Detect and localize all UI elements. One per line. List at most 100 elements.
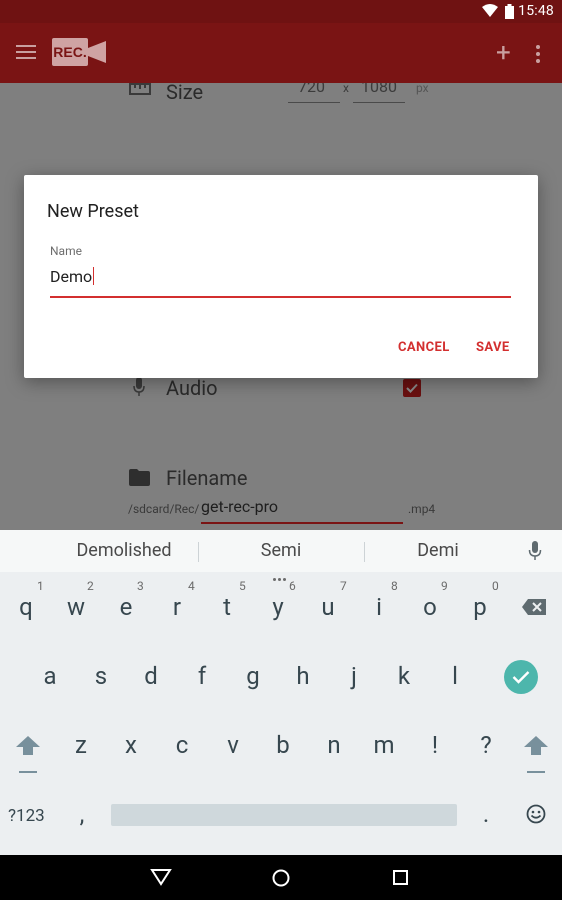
folder-icon [129,469,150,486]
filename-label: Filename [166,466,248,490]
check-icon [512,671,530,684]
app-logo: REC. [52,38,106,66]
key-l[interactable]: l [443,662,467,690]
shift-indicator [527,771,545,773]
key-hint: 7 [340,579,347,593]
more-vert-icon[interactable] [536,45,540,66]
size-width-value[interactable]: 720 [298,83,325,96]
more-suggestions-icon[interactable] [273,566,288,585]
name-input[interactable]: Demo [50,267,95,286]
wifi-icon [482,4,498,17]
key-o[interactable]: o [418,593,442,621]
shift-left-icon[interactable] [16,736,40,756]
filename-extension: .mp4 [408,502,436,516]
voice-input-icon[interactable] [528,541,542,561]
suggestion-divider [198,542,199,562]
key-hint: 1 [37,579,44,593]
status-bar: 15:48 [0,0,562,23]
navigation-bar [0,855,562,900]
ruler-icon [129,83,151,95]
app-bar: REC. + [0,23,562,83]
audio-checkbox[interactable] [403,379,421,397]
key-y[interactable]: y [266,593,290,621]
key-j[interactable]: j [342,662,366,690]
symbols-key[interactable]: ?123 [8,806,45,826]
shift-indicator [19,771,37,773]
suggestion-2[interactable]: Semi [220,540,342,561]
size-height-value[interactable]: 1080 [361,83,397,96]
key-f[interactable]: f [190,662,214,690]
cancel-button[interactable]: CANCEL [398,340,450,355]
key-u[interactable]: u [316,593,340,621]
new-preset-dialog: New Preset Name Demo CANCEL SAVE [24,175,538,378]
emoji-icon[interactable] [526,804,546,824]
soft-keyboard: Demolished Semi Demi 1 q 2 w 3 e 4 r 5 t… [0,530,562,855]
key-e[interactable]: e [114,593,138,621]
suggestion-strip: Demolished Semi Demi [0,530,562,581]
filename-path-prefix: /sdcard/Rec/ [128,502,200,516]
audio-label: Audio [166,376,218,400]
key-s[interactable]: s [89,662,113,690]
key-question[interactable]: ? [474,731,498,759]
mic-icon [133,377,145,396]
key-i[interactable]: i [367,593,391,621]
logo-text: REC. [52,38,88,66]
key-hint: 8 [391,579,398,593]
key-k[interactable]: k [392,662,416,690]
key-m[interactable]: m [370,731,398,759]
key-comma[interactable]: , [70,800,94,828]
home-icon[interactable] [271,868,291,888]
key-g[interactable]: g [241,662,265,690]
add-icon[interactable]: + [496,40,511,66]
dialog-title: New Preset [47,201,139,222]
size-label: Size [166,83,204,104]
suggestion-3[interactable]: Demi [378,540,498,561]
key-h[interactable]: h [291,662,315,690]
key-exclamation[interactable]: ! [423,731,447,759]
key-hint: 2 [87,579,94,593]
save-button[interactable]: SAVE [476,340,510,355]
key-b[interactable]: b [271,731,295,759]
text-cursor [93,267,95,285]
key-hint: 4 [188,579,195,593]
name-input-value: Demo [50,267,93,286]
suggestion-1[interactable]: Demolished [60,540,188,561]
key-n[interactable]: n [322,731,346,759]
key-z[interactable]: z [69,731,93,759]
size-separator: x [343,83,349,95]
key-a[interactable]: a [38,662,62,690]
status-time: 15:48 [518,3,554,19]
key-x[interactable]: x [119,731,143,759]
shift-right-icon[interactable] [524,736,548,756]
key-hint: 6 [289,579,296,593]
filename-underline [201,522,403,524]
size-unit: px [416,83,429,95]
name-input-underline [50,296,511,298]
key-q[interactable]: q [14,593,38,621]
key-v[interactable]: v [221,731,245,759]
key-d[interactable]: d [139,662,163,690]
camera-icon [88,41,106,63]
space-bar[interactable] [111,804,457,826]
recents-icon[interactable] [392,869,410,887]
back-icon[interactable] [150,868,172,886]
size-height-underline [353,102,405,103]
name-field-label: Name [50,244,82,258]
filename-input[interactable]: get-rec-pro [201,497,278,516]
key-c[interactable]: c [170,731,194,759]
enter-key[interactable] [504,660,538,694]
suggestion-divider [364,542,365,562]
key-t[interactable]: t [215,593,239,621]
menu-icon[interactable] [16,45,36,61]
key-r[interactable]: r [165,593,189,621]
backspace-icon[interactable] [522,599,546,615]
key-hint: 9 [441,579,448,593]
key-hint: 5 [239,579,246,593]
key-p[interactable]: p [468,593,492,621]
key-w[interactable]: w [62,593,90,621]
key-hint: 3 [137,579,144,593]
battery-icon [505,4,514,19]
key-period[interactable]: . [474,800,498,828]
size-width-underline [288,102,340,103]
key-hint: 0 [492,579,499,593]
